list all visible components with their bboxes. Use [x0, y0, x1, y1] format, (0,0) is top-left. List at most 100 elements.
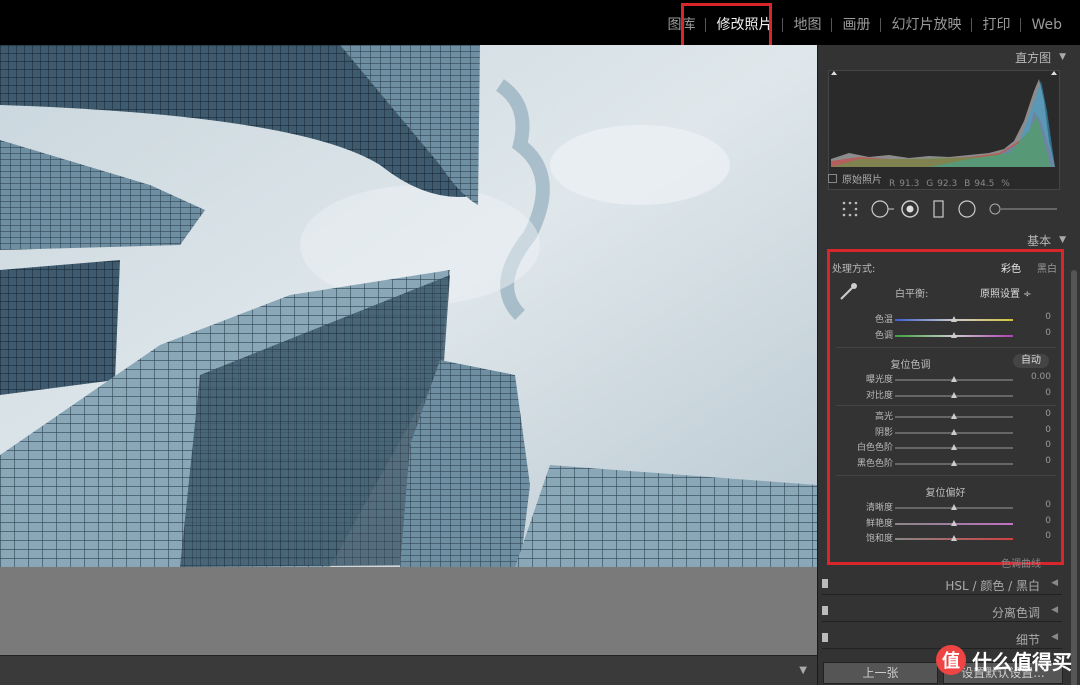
percent-unit: % [1001, 179, 1010, 189]
previous-button[interactable]: 上一张 [823, 662, 938, 684]
brush-icon [989, 203, 1057, 215]
slider-label: 饱和度 [865, 534, 893, 544]
histogram-header[interactable]: 直方图 ▼ [1015, 48, 1066, 66]
slider-value[interactable]: 0.00 [1031, 372, 1051, 382]
auto-button[interactable]: 自动 [1013, 354, 1049, 368]
panel-scrollbar[interactable] [1071, 270, 1077, 685]
slider-track[interactable] [895, 331, 1013, 338]
slider-label: 阴影 [874, 427, 893, 438]
slider-knob[interactable] [951, 459, 957, 466]
slider-knob[interactable] [951, 413, 957, 419]
hsl-panel-header[interactable]: HSL / 颜色 / 黑白 ◀ [822, 573, 1062, 595]
panel-switch-icon[interactable] [822, 633, 828, 642]
slider-value[interactable]: 0 [1045, 312, 1051, 322]
filmstrip-toggle-icon[interactable]: ▼ [799, 665, 807, 676]
slider-row: 阴影 0 [830, 425, 1061, 439]
slider-label: 高光 [874, 412, 893, 422]
slider-value[interactable]: 0 [1045, 409, 1051, 419]
slider-row: 高光 0 [830, 409, 1061, 423]
slider-track[interactable] [895, 413, 1013, 419]
module-web[interactable]: Web [1021, 15, 1072, 35]
slider-track[interactable] [895, 444, 1013, 450]
slider-row: 曝光度 0.00 [830, 372, 1061, 386]
histogram-title: 直方图 [1015, 50, 1052, 65]
treatment-bw-button[interactable]: 黑白 [1037, 260, 1057, 275]
slider-knob[interactable] [951, 519, 957, 526]
b-value: 94.5 [974, 179, 995, 189]
split-toning-label: 分离色调 [991, 606, 1040, 620]
slider-track[interactable] [895, 459, 1013, 466]
slider-row: 饱和度 0 [830, 531, 1061, 545]
wb-label: 白平衡: [895, 289, 929, 300]
histogram-graph [831, 71, 1057, 167]
slider-label: 鲜艳度 [865, 518, 893, 529]
watermark-logo-icon: 值 [936, 645, 966, 675]
slider-knob[interactable] [951, 535, 957, 541]
basic-header[interactable]: 基本 ▼ [1027, 231, 1066, 249]
module-slideshow[interactable]: 幻灯片放映 [881, 15, 971, 35]
wb-eyedropper-icon[interactable] [838, 280, 860, 305]
slider-value[interactable]: 0 [1045, 456, 1051, 466]
treatment-label: 处理方式: [832, 264, 876, 275]
hsl-label: HSL / 颜色 / 黑白 [945, 579, 1040, 593]
panel-switch-icon[interactable] [822, 606, 828, 615]
basic-panel-highlight: 处理方式: 彩色 黑白 白平衡: 原照设置 ÷ 色温 0 色调 0 复位色调 自动 曝… [827, 249, 1064, 570]
radial-filter-icon [958, 200, 976, 218]
slider-row: 对比度 0 [830, 388, 1061, 402]
rgb-readout: R 91.3 G 92.3 B 94.5 % [889, 179, 1014, 189]
slider-value[interactable]: 0 [1045, 388, 1051, 398]
split-toning-panel-header[interactable]: 分离色调 ◀ [822, 600, 1062, 622]
slider-track[interactable] [895, 504, 1013, 510]
spot-removal-icon [871, 200, 894, 218]
tool-strip [828, 195, 1060, 223]
module-print[interactable]: 打印 [972, 15, 1020, 35]
g-label: G [926, 179, 934, 189]
slider-value[interactable]: 0 [1045, 440, 1051, 450]
panel-switch-icon[interactable] [822, 579, 828, 588]
b-label: B [964, 179, 971, 189]
slider-label: 色温 [874, 315, 893, 325]
slider-knob[interactable] [951, 391, 957, 398]
slider-row: 色温 0 [830, 312, 1061, 326]
module-book[interactable]: 画册 [832, 15, 880, 35]
slider-knob[interactable] [951, 316, 957, 322]
slider-track[interactable] [895, 376, 1013, 382]
treatment-color-button[interactable]: 彩色 [1001, 260, 1021, 275]
slider-knob[interactable] [951, 504, 957, 510]
slider-track[interactable] [895, 391, 1013, 398]
expand-triangle-icon: ◀ [1051, 605, 1058, 615]
slider-track[interactable] [895, 519, 1013, 526]
expand-triangle-icon: ◀ [1051, 632, 1058, 642]
slider-value[interactable]: 0 [1045, 328, 1051, 338]
slider-label: 清晰度 [865, 503, 893, 513]
original-photo-label: 原始照片 [842, 175, 882, 186]
original-photo-toggle[interactable]: 原始照片 [828, 171, 882, 186]
slider-value[interactable]: 0 [1045, 531, 1051, 541]
slider-label: 对比度 [865, 390, 893, 401]
r-label: R [889, 179, 896, 189]
collapse-triangle-icon: ▼ [1059, 52, 1066, 62]
slider-value[interactable]: 0 [1045, 500, 1051, 510]
slider-knob[interactable] [951, 428, 957, 435]
slider-knob[interactable] [951, 331, 957, 338]
presence-reset-button[interactable]: 复位偏好 [830, 484, 1061, 499]
slider-knob[interactable] [951, 444, 957, 450]
slider-label: 曝光度 [865, 375, 893, 385]
divider [836, 405, 1056, 406]
slider-track[interactable] [895, 535, 1013, 541]
wb-select[interactable]: 原照设置 ÷ [980, 285, 1032, 300]
skyscraper-photo [0, 45, 817, 567]
slider-knob[interactable] [951, 376, 957, 382]
slider-label: 色调 [874, 330, 893, 341]
slider-value[interactable]: 0 [1045, 516, 1051, 526]
slider-value[interactable]: 0 [1045, 425, 1051, 435]
basic-title: 基本 [1027, 233, 1052, 248]
module-map[interactable]: 地图 [783, 15, 831, 35]
slider-track[interactable] [895, 316, 1013, 322]
checkbox-icon[interactable] [828, 174, 837, 183]
slider-label: 白色色阶 [856, 443, 893, 453]
develop-right-panel: 直方图 ▼ R 91.3 G 92.3 B 94.5 % 原始照片 基本 ▼ 处… [817, 45, 1080, 685]
slider-track[interactable] [895, 428, 1013, 435]
filmstrip-bar: ▼ [0, 655, 817, 685]
photo-preview[interactable] [0, 45, 817, 567]
